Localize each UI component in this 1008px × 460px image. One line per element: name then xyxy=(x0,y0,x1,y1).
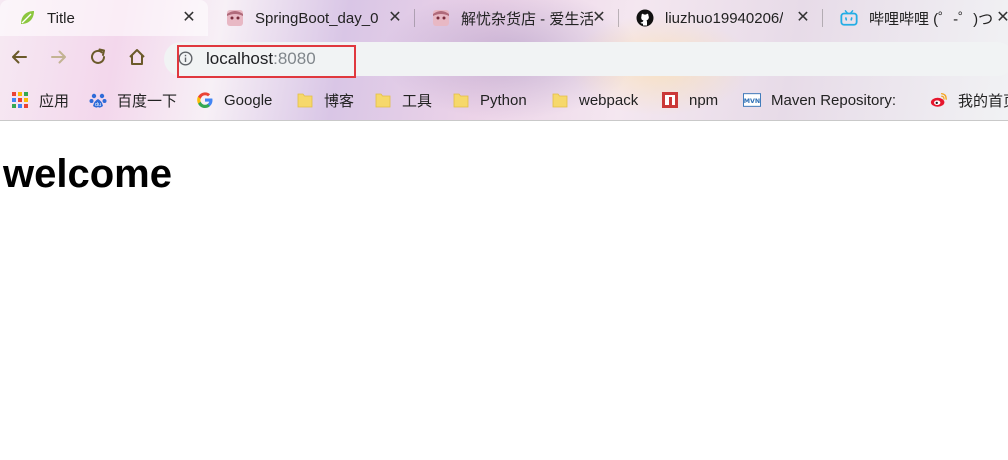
bookmark-apps[interactable]: 应用 xyxy=(11,88,69,112)
weibo-icon xyxy=(930,91,948,109)
folder-icon xyxy=(374,91,392,109)
bilibili-icon xyxy=(840,9,858,27)
folder-icon xyxy=(452,91,470,109)
bookmark-label: npm xyxy=(689,91,719,109)
close-icon[interactable]: ✕ xyxy=(994,9,1008,27)
bookmark-baidu[interactable]: du 百度一下 xyxy=(89,88,177,112)
bookmark-folder-python[interactable]: Python xyxy=(452,88,527,112)
bookmark-npm[interactable]: npm xyxy=(661,88,718,112)
bookmark-label: webpack xyxy=(579,91,639,109)
svg-text:MVN: MVN xyxy=(744,98,760,105)
arrow-right-icon xyxy=(49,47,69,72)
baidu-paw-icon: du xyxy=(89,91,107,109)
npm-icon xyxy=(661,91,679,109)
page-heading: welcome xyxy=(3,152,172,196)
bookmark-folder-webpack[interactable]: webpack xyxy=(551,88,638,112)
bookmark-label: 应用 xyxy=(39,92,70,110)
bookmark-google[interactable]: Google xyxy=(196,88,272,112)
tab-label: 解忧杂货店 - 爱生活 xyxy=(461,10,593,28)
apps-grid-icon xyxy=(11,91,29,109)
bookmark-label: 博客 xyxy=(324,92,355,110)
tab-strip: Title ✕ SpringBoot_day_0 ✕ 解忧杂货店 - 爱生活 ✕… xyxy=(0,0,1008,36)
arrow-left-icon xyxy=(9,47,29,72)
github-icon xyxy=(636,9,654,27)
tab-label: Title xyxy=(47,9,75,27)
bookmark-label: Google xyxy=(224,91,273,109)
bookmark-folder-tools[interactable]: 工具 xyxy=(374,88,432,112)
google-icon xyxy=(196,91,214,109)
bookmark-folder-blog[interactable]: 博客 xyxy=(296,88,354,112)
svg-text:du: du xyxy=(95,102,101,108)
bookmarks-bar: 应用 du 百度一下 Google 博客 工具 Python webpack n… xyxy=(0,84,1008,116)
tab-title[interactable]: Title ✕ xyxy=(0,0,208,36)
tab-label: 哔哩哔哩 (゜-゜)つ xyxy=(869,10,994,28)
reload-icon xyxy=(88,47,108,72)
bookmark-label: 我的首页 xyxy=(958,92,1008,110)
back-button[interactable] xyxy=(6,46,32,72)
reload-button[interactable] xyxy=(85,46,111,72)
home-button[interactable] xyxy=(124,46,150,72)
tab-label: liuzhuo19940206/ xyxy=(665,9,784,27)
close-icon[interactable]: ✕ xyxy=(386,9,404,27)
bookmark-label: 百度一下 xyxy=(117,92,178,110)
browser-chrome: Title ✕ SpringBoot_day_0 ✕ 解忧杂货店 - 爱生活 ✕… xyxy=(0,0,1008,120)
close-icon[interactable]: ✕ xyxy=(590,9,608,27)
anime-avatar-icon xyxy=(226,9,244,27)
bookmark-label: 工具 xyxy=(402,92,433,110)
mvn-icon: MVN xyxy=(743,91,761,109)
tab-label: SpringBoot_day_0 xyxy=(255,9,379,27)
folder-icon xyxy=(551,91,569,109)
address-highlight-box xyxy=(177,45,356,78)
toolbar: localhost:8080 xyxy=(0,38,1008,80)
close-icon[interactable]: ✕ xyxy=(180,9,198,27)
spring-leaf-icon xyxy=(18,9,36,27)
bookmark-label: Maven Repository: xyxy=(771,91,897,109)
bookmark-weibo[interactable]: 我的首页 xyxy=(930,88,1008,112)
tab-springboot[interactable]: SpringBoot_day_0 ✕ xyxy=(208,0,414,36)
folder-icon xyxy=(296,91,314,109)
page-content: welcome xyxy=(0,121,1008,460)
bookmark-label: Python xyxy=(480,91,527,109)
tab-bilibili[interactable]: 哔哩哔哩 (゜-゜)つ ✕ xyxy=(822,0,1008,36)
home-icon xyxy=(127,47,147,72)
anime-avatar-icon xyxy=(432,9,450,27)
bookmark-maven[interactable]: MVN Maven Repository: xyxy=(743,88,896,112)
close-icon[interactable]: ✕ xyxy=(794,9,812,27)
forward-button[interactable] xyxy=(46,46,72,72)
tab-github[interactable]: liuzhuo19940206/ ✕ xyxy=(618,0,822,36)
tab-jieyou[interactable]: 解忧杂货店 - 爱生活 ✕ xyxy=(414,0,618,36)
